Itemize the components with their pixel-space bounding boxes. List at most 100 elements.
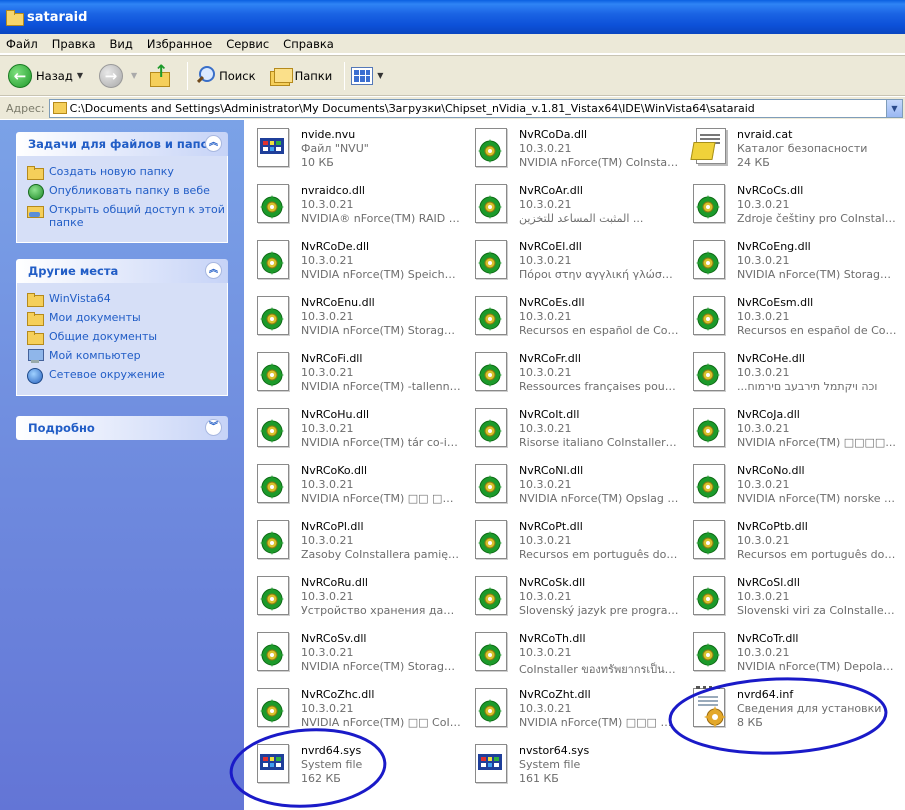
file-item[interactable]: NvRCoFr.dll 10.3.0.21 Ressources française… (462, 346, 680, 398)
file-description: NVIDIA nForce(TM) Depolama ... (737, 660, 897, 673)
dll-icon (472, 520, 510, 564)
place-my-computer[interactable]: Мой компьютер (27, 349, 227, 363)
file-item[interactable]: NvRCoZhc.dll 10.3.0.21 NVIDIA nForce(TM) □… (244, 682, 462, 734)
publish-web-icon (27, 184, 44, 200)
file-name: NvRCoIt.dll (519, 408, 580, 421)
file-item[interactable]: NvRCoEnu.dll 10.3.0.21 NVIDIA nForce(TM) S… (244, 290, 462, 342)
menu-help[interactable]: Справка (283, 37, 334, 51)
file-info: 10.3.0.21 (519, 310, 572, 323)
place-my-documents[interactable]: Мои документы (27, 311, 227, 326)
search-button[interactable]: Поиск (194, 65, 256, 87)
forward-arrow-icon: → (98, 63, 123, 88)
file-item[interactable]: NvRCoRu.dll 10.3.0.21 Устройство хранения … (244, 570, 462, 622)
file-item[interactable]: NvRCoPt.dll 10.3.0.21 Recursos em portuguê… (462, 514, 680, 566)
folders-button[interactable]: Папки (269, 66, 332, 86)
tasks-panel-title: Задачи для файлов и папок (28, 137, 217, 151)
place-winvista64[interactable]: WinVista64 (27, 292, 227, 307)
file-item[interactable]: NvRCoEl.dll 10.3.0.21 Πόροι στην αγγλική γ… (462, 234, 680, 286)
file-description: Recursos en español de CoIns... (519, 324, 679, 337)
menu-bar: Файл Правка Вид Избранное Сервис Справка (0, 34, 905, 54)
file-item[interactable]: NvRCoHu.dll 10.3.0.21 NVIDIA nForce(TM) tá… (244, 402, 462, 454)
folder-icon (6, 10, 24, 26)
place-label: Общие документы (49, 330, 158, 343)
dll-icon (254, 688, 292, 732)
file-description: NVIDIA nForce(TM) CoInstaller ... (519, 156, 679, 169)
file-item[interactable]: NvRCoPtb.dll 10.3.0.21 Recursos em portugu… (680, 514, 898, 566)
place-label: Сетевое окружение (49, 368, 165, 381)
tasks-panel-header[interactable]: Задачи для файлов и папок ︽ (16, 132, 228, 156)
file-item[interactable]: nvrd64.sys System file 162 КБ (244, 738, 462, 790)
file-item[interactable]: NvRCoSl.dll 10.3.0.21 Slovenski viri za Co… (680, 570, 898, 622)
file-item[interactable]: NvRCoCs.dll 10.3.0.21 Zdroje češtiny pro C… (680, 178, 898, 230)
collapse-icon[interactable]: ︽ (205, 135, 222, 152)
file-item[interactable]: NvRCoHe.dll 10.3.0.21 ...וכה ויקתמל תירבעב… (680, 346, 898, 398)
back-button[interactable]: ← Назад ▼ (8, 63, 83, 88)
file-description: Risorse italiano CoInstaller arc... (519, 436, 679, 449)
collapse-icon[interactable]: ︽ (205, 262, 222, 279)
file-info: 10.3.0.21 (519, 478, 572, 491)
file-item[interactable]: NvRCoJa.dll 10.3.0.21 NVIDIA nForce(TM) □□… (680, 402, 898, 454)
file-name: NvRCoSl.dll (737, 576, 800, 589)
tasks-panel: Задачи для файлов и папок ︽ Создать нову… (16, 132, 228, 243)
file-description: Πόροι στην αγγλική γλώσσα τ... (519, 268, 679, 281)
place-shared-documents[interactable]: Общие документы (27, 330, 227, 345)
file-description: NVIDIA nForce(TM) tár co-inst... (301, 436, 461, 449)
file-item[interactable]: NvRCoFi.dll 10.3.0.21 NVIDIA nForce(TM) -t… (244, 346, 462, 398)
doc-icon (254, 744, 292, 788)
file-item[interactable]: NvRCoPl.dll 10.3.0.21 Zasoby CoInstallera … (244, 514, 462, 566)
chevron-down-icon[interactable]: ▼ (131, 71, 137, 80)
file-item[interactable]: nvrd64.inf Сведения для установки 8 КБ (680, 682, 898, 734)
file-description: ﺍﻟﻤﺜﺒﺖ ﺍﻟﻤﺴﺎﻋﺪ ﻟﻠﺘﺨﺰﻳﻦ ... (519, 212, 644, 225)
file-item[interactable]: NvRCoNo.dll 10.3.0.21 NVIDIA nForce(TM) no… (680, 458, 898, 510)
views-button[interactable]: ▼ (351, 66, 383, 85)
task-publish-web[interactable]: Опубликовать папку в вебе (27, 184, 227, 200)
file-description: NVIDIA nForce(TM) Speicher ... (301, 268, 461, 281)
file-item[interactable]: NvRCoZht.dll 10.3.0.21 NVIDIA nForce(TM) □… (462, 682, 680, 734)
file-item[interactable]: nvraid.cat Каталог безопасности 24 КБ (680, 122, 898, 174)
file-item[interactable]: NvRCoAr.dll 10.3.0.21 ﺍﻟﻤﺜﺒﺖ ﺍﻟﻤﺴﺎﻋﺪ ﻟﻠﺘﺨﺰ… (462, 178, 680, 230)
file-item[interactable]: NvRCoTh.dll 10.3.0.21 CoInstaller ของทรัพย… (462, 626, 680, 678)
file-name: NvRCoTr.dll (737, 632, 799, 645)
task-new-folder[interactable]: Создать новую папку (27, 165, 227, 180)
file-description: CoInstaller ของทรัพยากรเป็นภาษ... (519, 663, 679, 676)
menu-edit[interactable]: Правка (52, 37, 96, 51)
network-icon (27, 368, 43, 384)
file-item[interactable]: NvRCoSv.dll 10.3.0.21 NVIDIA nForce(TM) St… (244, 626, 462, 678)
address-input[interactable]: C:\Documents and Settings\Administrator\… (48, 98, 903, 118)
file-item[interactable]: NvRCoEsm.dll 10.3.0.21 Recursos en español… (680, 290, 898, 342)
place-network[interactable]: Сетевое окружение (27, 368, 227, 384)
file-item[interactable]: NvRCoEng.dll 10.3.0.21 NVIDIA nForce(TM) S… (680, 234, 898, 286)
task-share-folder[interactable]: Открыть общий доступ к этой папке (27, 203, 227, 229)
file-item[interactable]: nvraidco.dll 10.3.0.21 NVIDIA® nForce(TM) … (244, 178, 462, 230)
menu-file[interactable]: Файл (6, 37, 38, 51)
file-name: NvRCoHu.dll (301, 408, 370, 421)
details-panel-header[interactable]: Подробно ︾ (16, 416, 228, 440)
menu-view[interactable]: Вид (110, 37, 133, 51)
file-item[interactable]: NvRCoNl.dll 10.3.0.21 NVIDIA nForce(TM) Op… (462, 458, 680, 510)
expand-icon[interactable]: ︾ (205, 419, 222, 436)
file-item[interactable]: NvRCoDa.dll 10.3.0.21 NVIDIA nForce(TM) Co… (462, 122, 680, 174)
file-item[interactable]: NvRCoTr.dll 10.3.0.21 NVIDIA nForce(TM) De… (680, 626, 898, 678)
file-item[interactable]: NvRCoEs.dll 10.3.0.21 Recursos en español … (462, 290, 680, 342)
file-item[interactable]: nvstor64.sys System file 161 КБ (462, 738, 680, 790)
chevron-down-icon[interactable]: ▼ (886, 99, 902, 117)
up-folder-button[interactable] (149, 62, 175, 87)
details-panel-title: Подробно (28, 421, 95, 435)
file-info: 10.3.0.21 (301, 534, 354, 547)
file-item[interactable]: NvRCoIt.dll 10.3.0.21 Risorse italiano CoI… (462, 402, 680, 454)
forward-button[interactable]: → ▼ (98, 63, 137, 88)
menu-tools[interactable]: Сервис (226, 37, 269, 51)
file-item[interactable]: nvide.nvu Файл "NVU" 10 КБ (244, 122, 462, 174)
file-item[interactable]: NvRCoDe.dll 10.3.0.21 NVIDIA nForce(TM) Sp… (244, 234, 462, 286)
places-panel-header[interactable]: Другие места ︽ (16, 259, 228, 283)
file-name: NvRCoEsm.dll (737, 296, 814, 309)
file-name: NvRCoFr.dll (519, 352, 581, 365)
menu-favorites[interactable]: Избранное (147, 37, 212, 51)
file-description: 161 КБ (519, 772, 559, 785)
file-item[interactable]: NvRCoSk.dll 10.3.0.21 Slovenský jazyk pre … (462, 570, 680, 622)
doc-icon (472, 744, 510, 788)
chevron-down-icon[interactable]: ▼ (77, 71, 83, 80)
file-info: 10.3.0.21 (301, 254, 354, 267)
folder-icon (52, 101, 67, 114)
file-item[interactable]: NvRCoKo.dll 10.3.0.21 NVIDIA nForce(TM) □□… (244, 458, 462, 510)
